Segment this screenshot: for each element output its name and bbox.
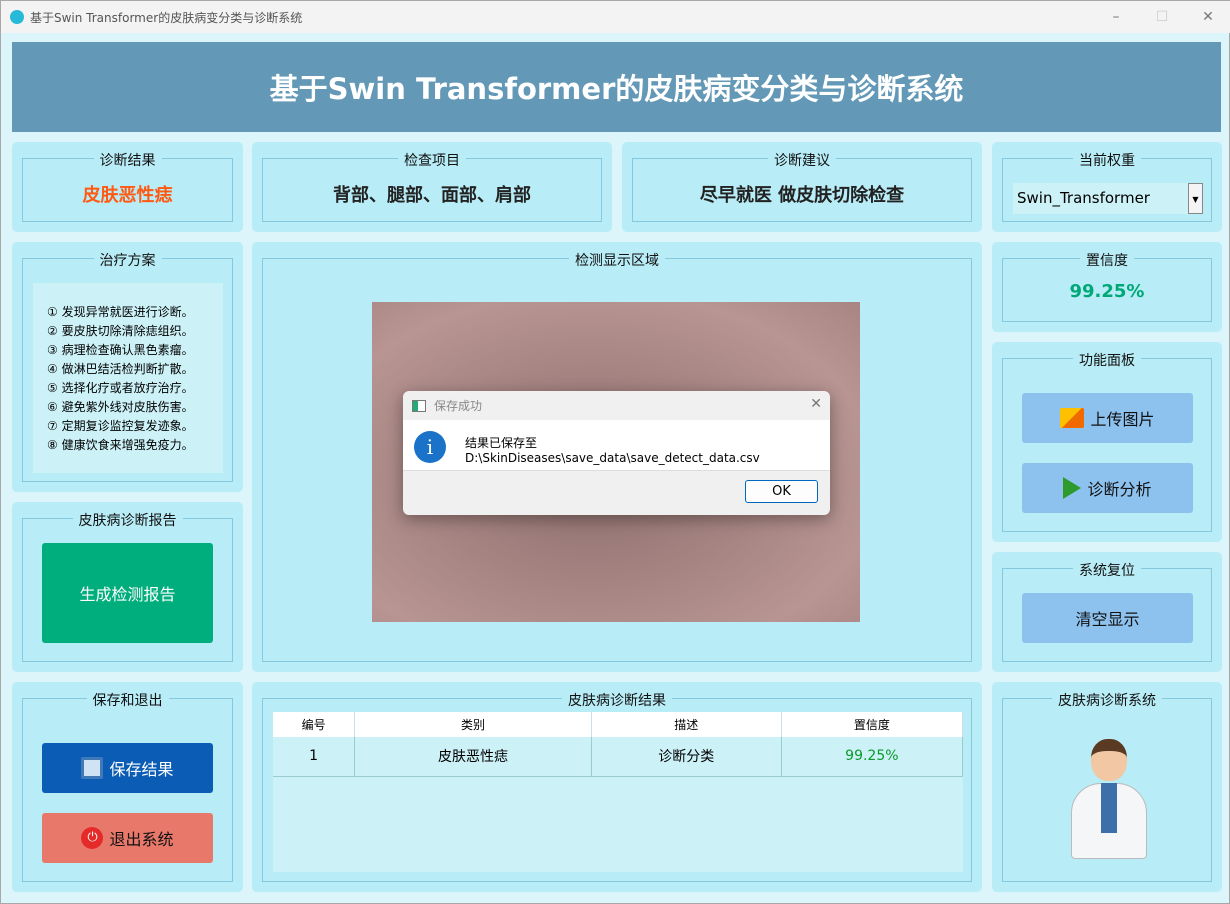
- save-exit-panel: 保存和退出 保存结果 ⏻ 退出系统: [12, 682, 243, 892]
- minimize-button[interactable]: –: [1093, 1, 1139, 33]
- maximize-button[interactable]: ☐: [1139, 1, 1185, 33]
- header-description[interactable]: 描述: [591, 712, 782, 737]
- analyze-button[interactable]: 诊断分析: [1022, 463, 1193, 513]
- info-icon: i: [414, 431, 446, 463]
- upload-image-button[interactable]: 上传图片: [1022, 393, 1193, 443]
- header-id[interactable]: 编号: [273, 712, 356, 737]
- advice-title: 诊断建议: [768, 153, 836, 169]
- header-category[interactable]: 类别: [354, 712, 592, 737]
- treatment-line: ⑦ 定期复诊监控复发迹象。: [47, 419, 194, 433]
- items-title: 检查项目: [398, 153, 466, 169]
- analyze-label: 诊断分析: [1087, 480, 1152, 499]
- exit-button[interactable]: ⏻ 退出系统: [42, 813, 213, 863]
- upload-label: 上传图片: [1090, 410, 1155, 429]
- cell-description: 诊断分类: [591, 737, 782, 777]
- treatment-line: ⑧ 健康饮食来增强免疫力。: [47, 438, 194, 452]
- save-label: 保存结果: [109, 760, 174, 779]
- window-title: 基于Swin Transformer的皮肤病变分类与诊断系统: [30, 10, 303, 25]
- advice-value: 尽早就医 做皮肤切除检查: [699, 185, 905, 206]
- items-panel: 检查项目 背部、腿部、面部、肩部: [252, 142, 612, 232]
- treatment-title: 治疗方案: [93, 253, 162, 269]
- clear-display-button[interactable]: 清空显示: [1022, 593, 1193, 643]
- close-button[interactable]: ✕: [1185, 1, 1230, 33]
- system-panel: 皮肤病诊断系统: [992, 682, 1222, 892]
- doctor-avatar: [1067, 735, 1151, 861]
- power-icon: ⏻: [81, 827, 104, 849]
- treatment-list: ① 发现异常就医进行诊断。 ② 要皮肤切除清除痣组织。 ③ 病理检查确认黑色素瘤…: [33, 283, 223, 473]
- treatment-line: ④ 做淋巴结活检判断扩散。: [47, 362, 194, 376]
- result-value: 皮肤恶性痣: [82, 185, 173, 206]
- advice-panel: 诊断建议 尽早就医 做皮肤切除检查: [622, 142, 982, 232]
- confidence-title: 置信度: [1080, 253, 1134, 269]
- confidence-panel: 置信度 99.25%: [992, 242, 1222, 332]
- app-icon: [10, 10, 24, 24]
- header-confidence[interactable]: 置信度: [781, 712, 964, 737]
- reset-title: 系统复位: [1073, 563, 1141, 579]
- dialog-close-icon[interactable]: ✕: [810, 396, 822, 412]
- cell-confidence: 99.25%: [781, 737, 964, 777]
- weight-panel: 当前权重 Swin_Transformer ▼: [992, 142, 1222, 232]
- treatment-line: ① 发现异常就医进行诊断。: [47, 305, 194, 319]
- report-panel: 皮肤病诊断报告 生成检测报告: [12, 502, 243, 672]
- save-button[interactable]: 保存结果: [42, 743, 213, 793]
- dialog-title: 保存成功: [434, 399, 483, 413]
- treatment-line: ③ 病理检查确认黑色素瘤。: [47, 343, 194, 357]
- weight-selected: Swin_Transformer: [1017, 189, 1150, 207]
- system-title: 皮肤病诊断系统: [1052, 693, 1162, 709]
- treatment-line: ② 要皮肤切除清除痣组织。: [47, 324, 194, 338]
- function-panel: 功能面板 上传图片 诊断分析: [992, 342, 1222, 542]
- weight-select[interactable]: Swin_Transformer ▼: [1013, 183, 1203, 214]
- ok-button[interactable]: OK: [745, 480, 818, 503]
- generate-report-button[interactable]: 生成检测报告: [42, 543, 213, 643]
- result-title: 诊断结果: [93, 153, 162, 169]
- save-success-dialog: 保存成功 ✕ i 结果已保存至 D:\SkinDiseases\save_dat…: [403, 391, 830, 515]
- chevron-down-icon[interactable]: ▼: [1188, 183, 1203, 214]
- floppy-disk-icon: [81, 757, 104, 779]
- report-title: 皮肤病诊断报告: [72, 513, 183, 529]
- title-bar: 基于Swin Transformer的皮肤病变分类与诊断系统 – ☐ ✕: [1, 1, 1230, 33]
- cell-id: 1: [273, 737, 356, 777]
- items-value: 背部、腿部、面部、肩部: [333, 185, 531, 206]
- treatment-panel: 治疗方案 ① 发现异常就医进行诊断。 ② 要皮肤切除清除痣组织。 ③ 病理检查确…: [12, 242, 243, 492]
- exit-label: 退出系统: [109, 830, 174, 849]
- table-title: 皮肤病诊断结果: [562, 693, 672, 709]
- dialog-message: 结果已保存至 D:\SkinDiseases\save_data\save_de…: [465, 436, 760, 465]
- result-panel: 诊断结果 皮肤恶性痣: [12, 142, 243, 232]
- treatment-line: ⑥ 避免紫外线对皮肤伤害。: [47, 400, 194, 414]
- weight-title: 当前权重: [1073, 153, 1141, 169]
- table-row[interactable]: 1 皮肤恶性痣 诊断分类 99.25%: [273, 737, 964, 777]
- function-title: 功能面板: [1073, 353, 1141, 369]
- banner-title: 基于Swin Transformer的皮肤病变分类与诊断系统: [12, 42, 1221, 132]
- image-icon: [1060, 408, 1085, 428]
- save-exit-title: 保存和退出: [86, 693, 169, 709]
- dialog-app-icon: [412, 399, 426, 412]
- play-icon: [1063, 477, 1082, 499]
- table-panel: 皮肤病诊断结果 编号 类别 描述 置信度 1 皮肤恶性痣 诊断分类 99.25%: [252, 682, 982, 892]
- detect-title: 检测显示区域: [569, 253, 665, 269]
- results-table: 编号 类别 描述 置信度 1 皮肤恶性痣 诊断分类 99.25%: [273, 712, 964, 872]
- confidence-value: 99.25%: [1069, 281, 1145, 302]
- treatment-line: ⑤ 选择化疗或者放疗治疗。: [47, 381, 194, 395]
- reset-panel: 系统复位 清空显示: [992, 552, 1222, 672]
- cell-category: 皮肤恶性痣: [354, 737, 592, 777]
